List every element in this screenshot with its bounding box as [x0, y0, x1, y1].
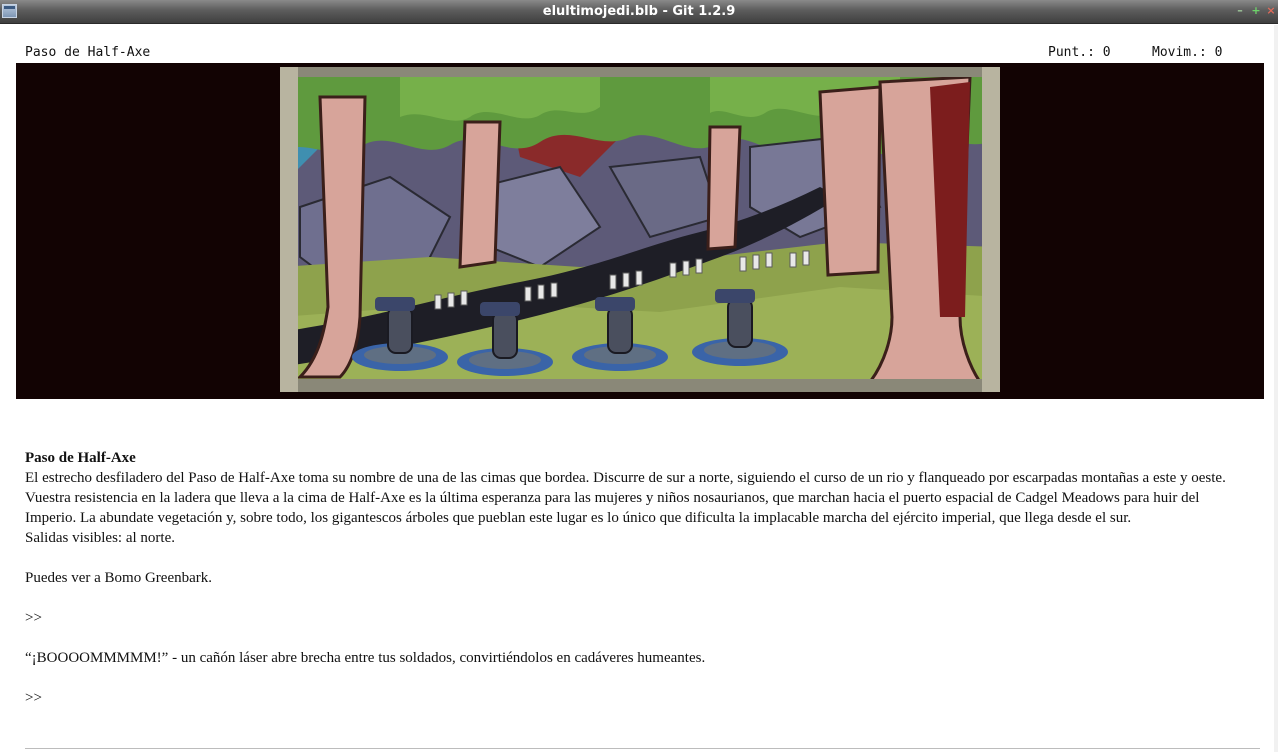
- window-title: elultimojedi.blb - Git 1.2.9: [542, 4, 736, 19]
- visible-exits: Salidas visibles: al norte.: [25, 530, 175, 546]
- scrollbar[interactable]: [1274, 25, 1278, 752]
- forest-scene-illustration: [280, 67, 1000, 392]
- story-text: Paso de Half-Axe El estrecho desfiladero…: [25, 448, 1250, 708]
- command-prompt: >>: [25, 610, 42, 626]
- bottom-divider: [25, 748, 1260, 749]
- npc-line: Puedes ver a Bomo Greenbark.: [25, 570, 213, 586]
- room-title: Paso de Half-Axe: [25, 450, 136, 466]
- minimize-icon[interactable]: –: [1234, 5, 1246, 17]
- title-bar[interactable]: elultimojedi.blb - Git 1.2.9 – + ×: [0, 0, 1278, 24]
- game-window: elultimojedi.blb - Git 1.2.9 – + × Paso …: [0, 0, 1278, 752]
- room-description: El estrecho desfiladero del Paso de Half…: [25, 470, 1226, 526]
- score-readout: Punt.: 0: [1048, 45, 1111, 60]
- status-line: Paso de Half-Axe Punt.: 0 Movim.: 0: [0, 44, 1278, 62]
- scene-banner: [16, 63, 1264, 399]
- close-icon[interactable]: ×: [1265, 5, 1277, 17]
- event-message: “¡BOOOOMMMMM!” - un cañón láser abre bre…: [25, 650, 706, 666]
- maximize-icon[interactable]: +: [1250, 5, 1262, 17]
- moves-readout: Movim.: 0: [1152, 45, 1223, 60]
- location-name: Paso de Half-Axe: [25, 45, 151, 60]
- command-input-prompt[interactable]: >>: [25, 688, 1250, 708]
